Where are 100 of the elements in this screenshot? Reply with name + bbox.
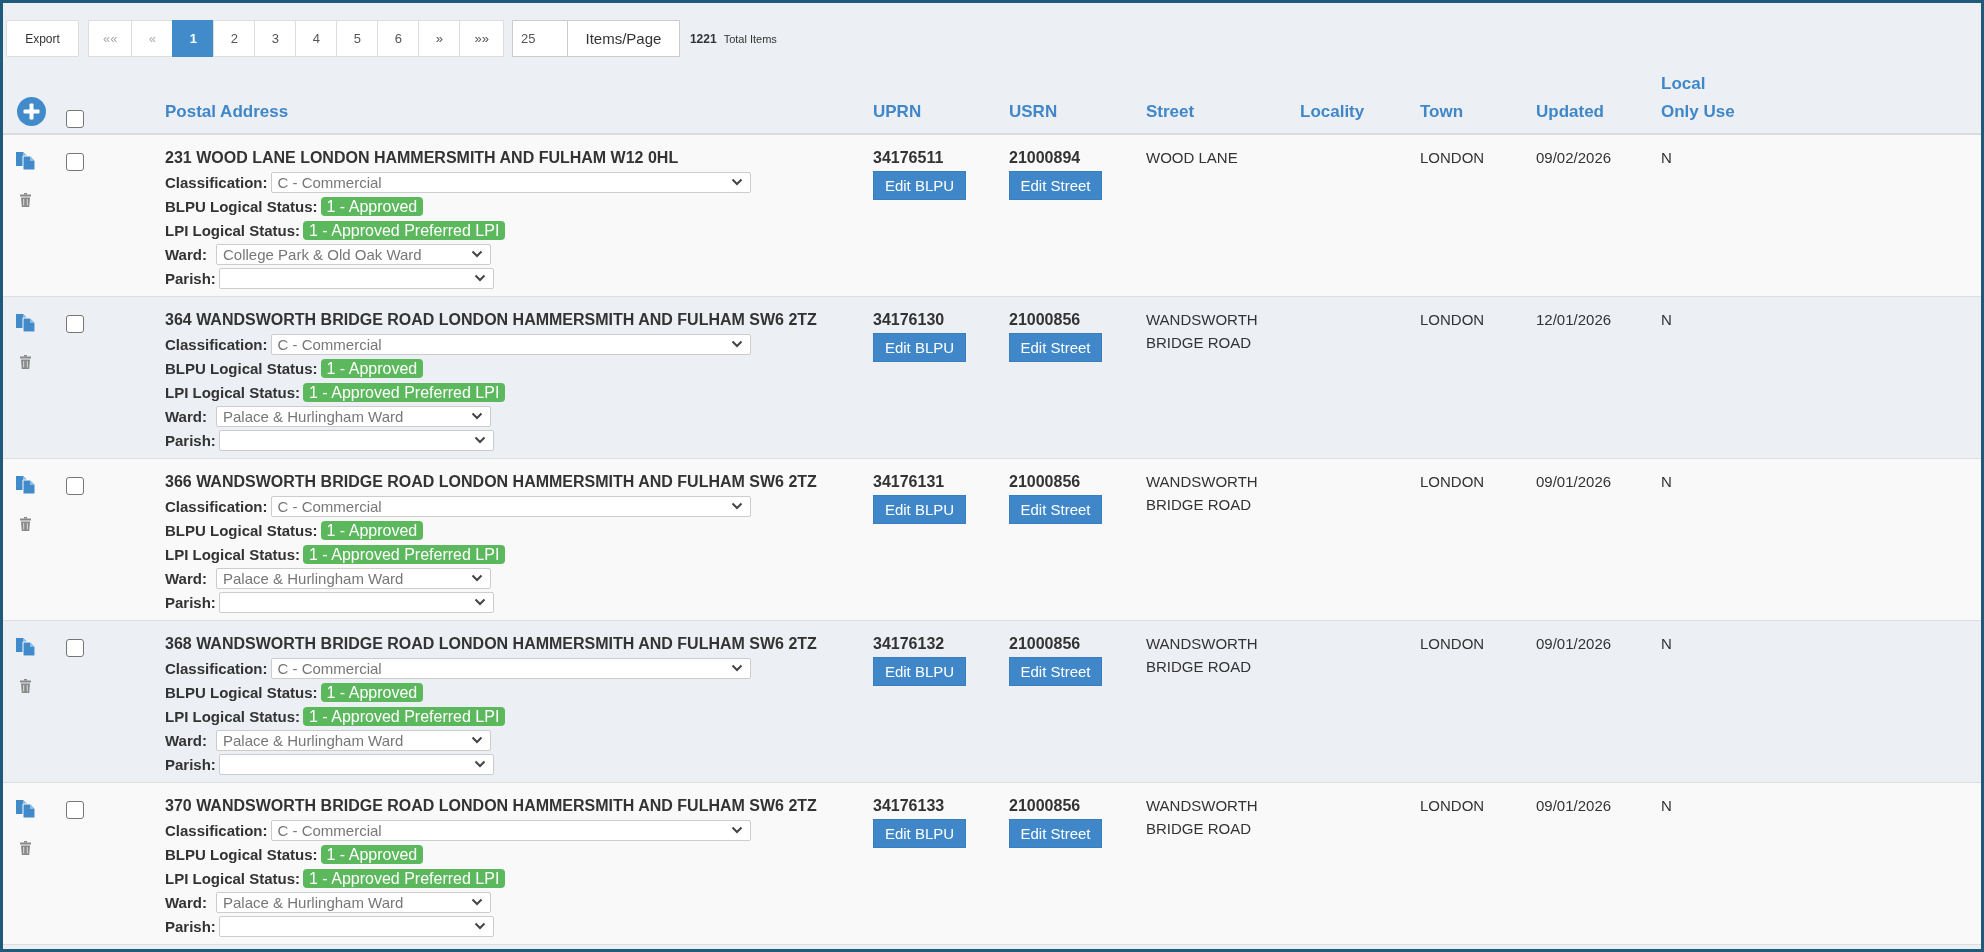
- field-label: Ward:: [165, 893, 208, 911]
- copy-icon[interactable]: [16, 152, 35, 170]
- edit-street-button[interactable]: Edit Street: [1009, 333, 1102, 362]
- status-badge: 1 - Approved Preferred LPI: [303, 868, 506, 888]
- field-label: BLPU Logical Status:: [165, 521, 318, 539]
- field-label: Ward:: [165, 407, 208, 425]
- checkbox[interactable]: [66, 477, 84, 495]
- column-header[interactable]: Postal Address: [165, 98, 289, 126]
- field-label: BLPU Logical Status:: [165, 683, 318, 701]
- edit-street-button[interactable]: Edit Street: [1009, 495, 1102, 524]
- trash-icon[interactable]: [20, 517, 31, 531]
- edit-blpu-button[interactable]: Edit BLPU: [873, 819, 966, 848]
- uprn-value: 34176131: [873, 472, 945, 492]
- column-header[interactable]: Town: [1420, 98, 1464, 126]
- uprn-value: 34176132: [873, 634, 945, 654]
- dropdown[interactable]: Palace & Hurlingham Ward: [216, 567, 491, 589]
- edit-blpu-button[interactable]: Edit BLPU: [873, 495, 966, 524]
- trash-icon[interactable]: [20, 841, 31, 855]
- field-label: BLPU Logical Status:: [165, 197, 318, 215]
- page-button[interactable]: 5: [336, 20, 379, 57]
- local-only-use-value: N: [1661, 148, 1672, 168]
- uprn-value: 34176511: [873, 148, 944, 168]
- usrn-value: 21000856: [1009, 634, 1081, 654]
- chevron-down-icon: [471, 736, 483, 744]
- dropdown[interactable]: C - Commercial: [270, 495, 751, 517]
- dropdown[interactable]: College Park & Old Oak Ward: [216, 243, 491, 265]
- page-button[interactable]: »»: [459, 20, 504, 57]
- checkbox[interactable]: [66, 801, 84, 819]
- copy-icon[interactable]: [16, 314, 35, 332]
- dropdown[interactable]: C - Commercial: [270, 819, 751, 841]
- edit-blpu-button[interactable]: Edit BLPU: [873, 171, 966, 200]
- postal-address: 366 WANDSWORTH BRIDGE ROAD LONDON HAMMERSMITH AND FULHAM SW6 2TZ: [165, 472, 817, 492]
- field-label: Classification:: [165, 335, 268, 353]
- chevron-down-icon: [471, 898, 483, 906]
- status-badge: 1 - Approved: [320, 682, 424, 702]
- dropdown[interactable]: Palace & Hurlingham Ward: [216, 405, 491, 427]
- export-button[interactable]: Export: [6, 20, 79, 57]
- page-button[interactable]: 1: [172, 20, 215, 57]
- trash-icon[interactable]: [20, 355, 31, 369]
- usrn-value: 21000856: [1009, 472, 1081, 492]
- field-label: LPI Logical Status:: [165, 221, 300, 239]
- chevron-down-icon: [471, 574, 483, 582]
- column-header[interactable]: USRN: [1009, 98, 1058, 126]
- usrn-value: 21000894: [1009, 148, 1081, 168]
- status-badge: 1 - Approved: [320, 844, 424, 864]
- edit-blpu-button[interactable]: Edit BLPU: [873, 333, 966, 362]
- checkbox[interactable]: [66, 315, 84, 333]
- field-label: BLPU Logical Status:: [165, 359, 318, 377]
- copy-icon[interactable]: [16, 638, 35, 656]
- copy-icon[interactable]: [16, 476, 35, 494]
- add-icon[interactable]: [17, 97, 46, 126]
- dropdown[interactable]: C - Commercial: [270, 171, 751, 193]
- page-button[interactable]: 6: [377, 20, 420, 57]
- street-value: WOOD LANE: [1146, 148, 1238, 168]
- column-header[interactable]: UPRN: [873, 98, 922, 126]
- edit-street-button[interactable]: Edit Street: [1009, 171, 1102, 200]
- field-label: LPI Logical Status:: [165, 707, 300, 725]
- trash-icon[interactable]: [20, 679, 31, 693]
- field-label: Parish:: [165, 431, 216, 449]
- status-badge: 1 - Approved: [320, 358, 424, 378]
- dropdown[interactable]: C - Commercial: [270, 657, 751, 679]
- street-value: WANDSWORTH BRIDGE ROAD: [1146, 472, 1259, 515]
- dropdown[interactable]: Palace & Hurlingham Ward: [216, 729, 491, 751]
- edit-street-button[interactable]: Edit Street: [1009, 819, 1102, 848]
- field-label: Classification:: [165, 497, 268, 515]
- chevron-down-icon: [730, 340, 743, 348]
- page-button[interactable]: 3: [254, 20, 297, 57]
- dropdown[interactable]: C - Commercial: [270, 333, 751, 355]
- chevron-down-icon: [473, 760, 486, 768]
- updated-date: 09/01/2026: [1536, 796, 1612, 816]
- field-label: LPI Logical Status:: [165, 869, 300, 887]
- column-header[interactable]: Locality: [1300, 98, 1365, 126]
- page-button[interactable]: »: [418, 20, 461, 57]
- postal-address: 368 WANDSWORTH BRIDGE ROAD LONDON HAMMERSMITH AND FULHAM SW6 2TZ: [165, 634, 817, 654]
- checkbox[interactable]: [66, 639, 84, 657]
- edit-blpu-button[interactable]: Edit BLPU: [873, 657, 966, 686]
- column-header[interactable]: Local Only Use: [1661, 70, 1743, 126]
- items-per-page-button[interactable]: Items/Page: [566, 20, 680, 57]
- page-button[interactable]: 2: [213, 20, 256, 57]
- status-badge: 1 - Approved: [320, 196, 424, 216]
- updated-date: 09/01/2026: [1536, 472, 1612, 492]
- street-value: WANDSWORTH BRIDGE ROAD: [1146, 310, 1259, 353]
- dropdown[interactable]: Palace & Hurlingham Ward: [216, 891, 491, 913]
- street-value: WANDSWORTH BRIDGE ROAD: [1146, 796, 1259, 839]
- checkbox[interactable]: [66, 110, 84, 128]
- trash-icon[interactable]: [20, 193, 31, 207]
- field-label: Classification:: [165, 821, 268, 839]
- postal-address: 364 WANDSWORTH BRIDGE ROAD LONDON HAMMERSMITH AND FULHAM SW6 2TZ: [165, 310, 817, 330]
- column-header[interactable]: Street: [1146, 98, 1195, 126]
- town-value: LONDON: [1420, 796, 1485, 816]
- copy-icon[interactable]: [16, 800, 35, 818]
- checkbox[interactable]: [66, 153, 84, 171]
- town-value: LONDON: [1420, 310, 1485, 330]
- field-label: Classification:: [165, 659, 268, 677]
- edit-street-button[interactable]: Edit Street: [1009, 657, 1102, 686]
- page-button[interactable]: 4: [295, 20, 338, 57]
- page-size-input[interactable]: 25: [511, 20, 568, 57]
- status-badge: 1 - Approved Preferred LPI: [303, 706, 506, 726]
- town-value: LONDON: [1420, 634, 1485, 654]
- column-header[interactable]: Updated: [1536, 98, 1604, 126]
